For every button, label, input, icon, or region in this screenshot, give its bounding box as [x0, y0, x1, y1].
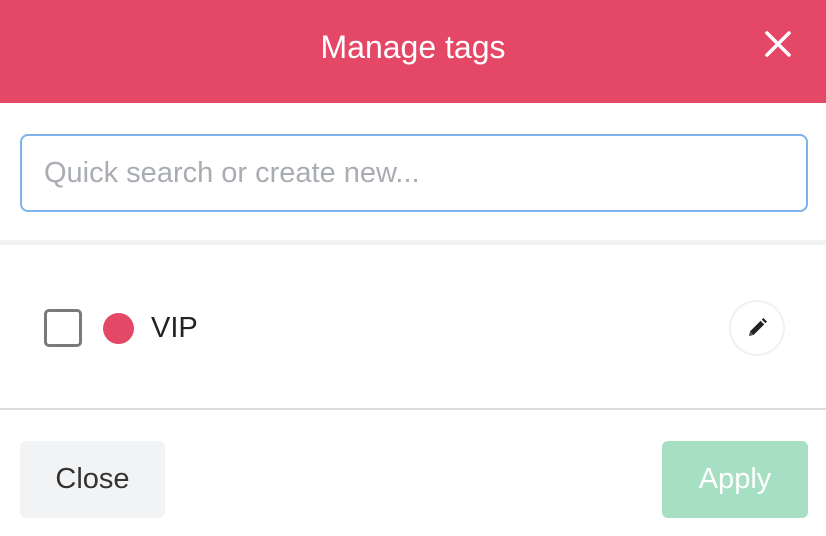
tag-label: VIP: [151, 312, 198, 344]
search-container: [20, 134, 808, 212]
edit-tag-button[interactable]: [731, 302, 783, 354]
pencil-icon: [749, 318, 767, 336]
manage-tags-modal: Manage tags VIP Close Apply: [0, 0, 826, 536]
footer-divider: [0, 408, 826, 410]
section-divider: [0, 240, 826, 245]
tag-list-item[interactable]: VIP: [0, 290, 826, 366]
modal-title: Manage tags: [320, 29, 506, 65]
apply-button[interactable]: Apply: [662, 441, 808, 518]
modal-header: Manage tags: [0, 0, 826, 103]
tag-checkbox[interactable]: [44, 309, 82, 347]
search-input[interactable]: [20, 134, 808, 212]
close-button[interactable]: Close: [20, 441, 165, 518]
close-icon[interactable]: [764, 30, 792, 58]
tag-color-dot: [103, 313, 134, 344]
